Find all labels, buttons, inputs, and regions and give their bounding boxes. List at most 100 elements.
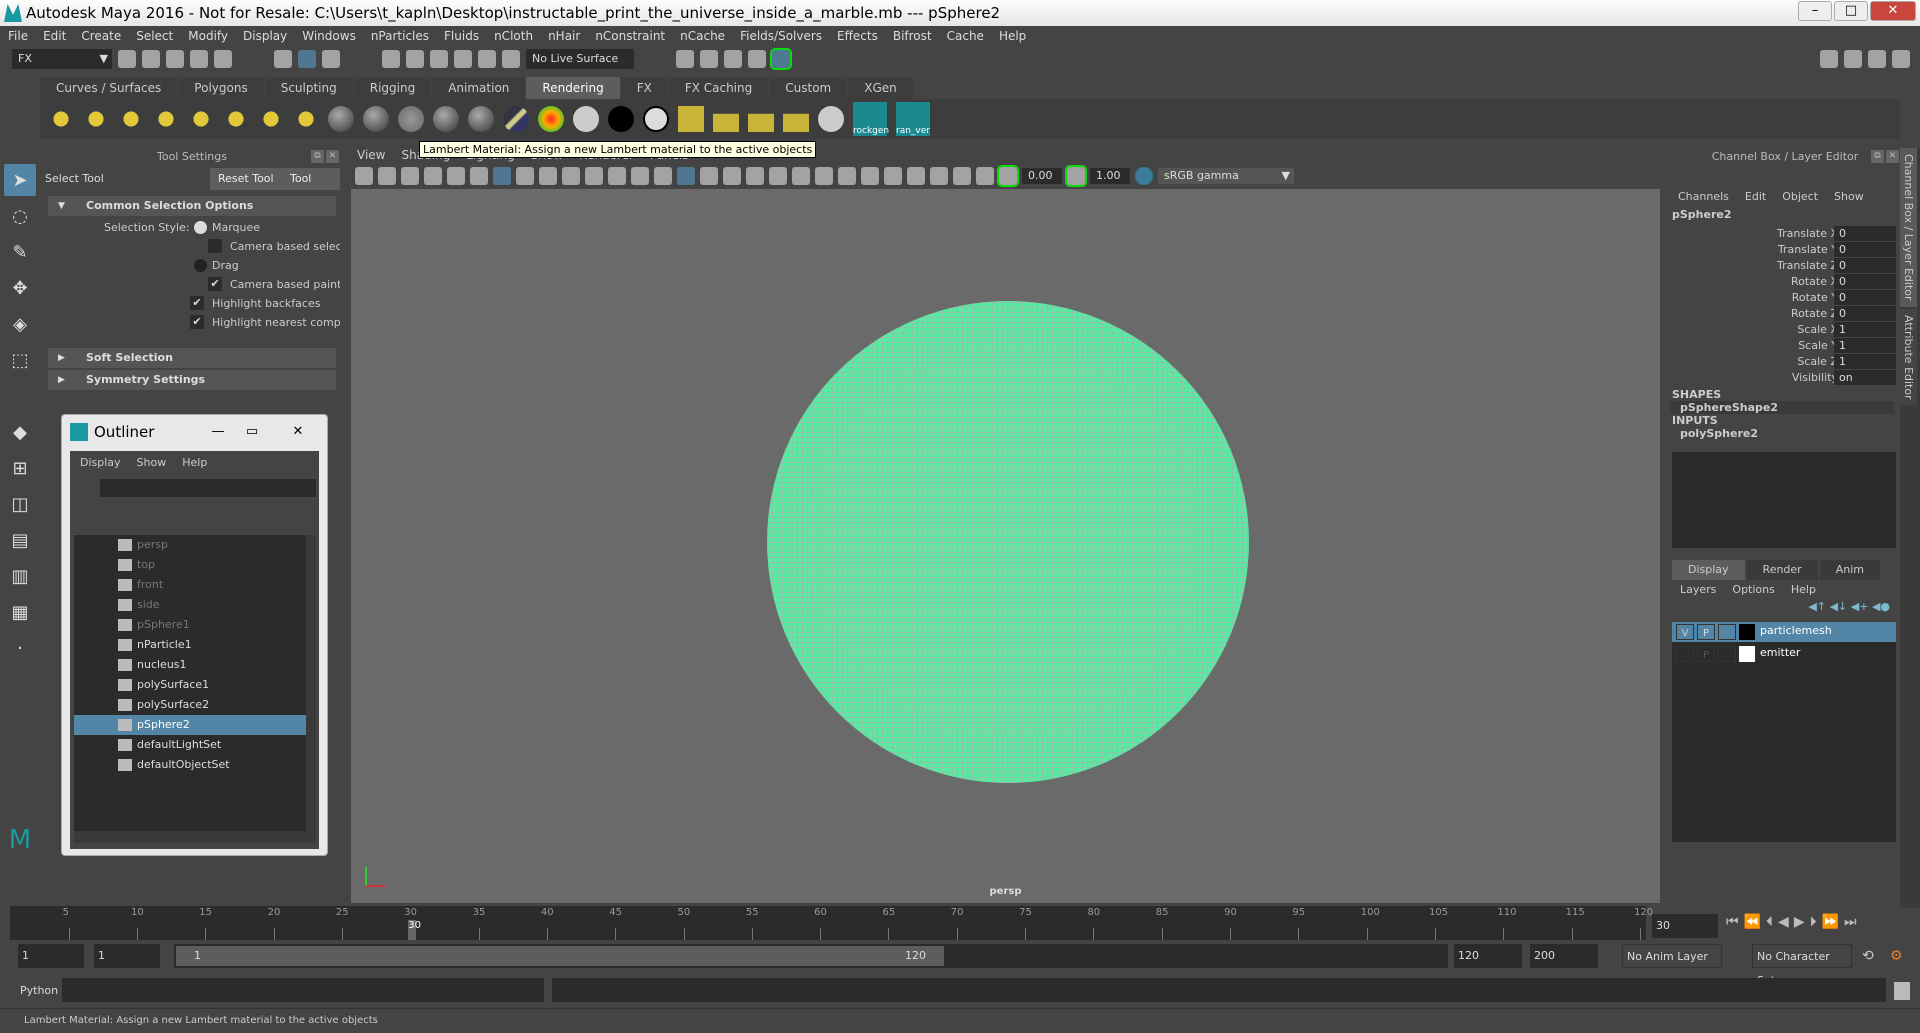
reset-tool-button[interactable]: Reset Tool: [210, 168, 282, 190]
exposure-field[interactable]: 0.00: [1022, 168, 1062, 184]
step-back-key-icon[interactable]: ⏪: [1744, 914, 1766, 930]
shelf-tab-xgen[interactable]: XGen: [848, 77, 913, 99]
live-surface-field[interactable]: No Live Surface: [526, 49, 634, 69]
shelf-tab-rendering[interactable]: Rendering: [526, 77, 620, 99]
new-empty-layer-icon[interactable]: ◀+: [1851, 600, 1872, 613]
visibility-toggle[interactable]: [1676, 646, 1694, 662]
step-forward-frame-icon[interactable]: ⏵: [1810, 914, 1822, 930]
menuset-dropdown[interactable]: FX ▼: [12, 49, 112, 69]
playback-start-field[interactable]: 1: [94, 944, 160, 968]
layer-menu-layers[interactable]: Layers: [1680, 580, 1716, 600]
channel-value-field[interactable]: 1: [1834, 322, 1896, 337]
channel-value-field[interactable]: 0: [1834, 290, 1896, 305]
command-language-toggle[interactable]: Python: [20, 984, 58, 997]
outliner-item[interactable]: persp: [74, 535, 306, 555]
new-layer-selected-icon[interactable]: ◀●: [1872, 600, 1890, 613]
outliner-horizontal-scrollbar[interactable]: [74, 831, 316, 843]
ambient-occlusion-icon[interactable]: [815, 167, 833, 185]
camera-attributes-icon[interactable]: [378, 167, 396, 185]
playback-toggle[interactable]: P: [1697, 624, 1715, 640]
shelf-tab-custom[interactable]: Custom: [769, 77, 848, 99]
open-scene-icon[interactable]: [142, 50, 160, 68]
anisotropic-material-icon[interactable]: [328, 106, 354, 132]
outliner-item[interactable]: side: [74, 595, 306, 615]
channel-value-field[interactable]: 0: [1834, 226, 1896, 241]
menu-create[interactable]: Create: [81, 29, 121, 43]
menu-modify[interactable]: Modify: [188, 29, 228, 43]
close-panel-icon[interactable]: ✕: [1886, 150, 1899, 163]
layer-color-swatch[interactable]: [1739, 646, 1755, 662]
shading-map-icon[interactable]: [643, 106, 669, 132]
paint-select-tool-icon[interactable]: ✎: [4, 236, 36, 268]
menu-display[interactable]: Display: [243, 29, 287, 43]
outliner-item[interactable]: pSphere1: [74, 615, 306, 635]
play-backward-icon[interactable]: ◀: [1778, 914, 1794, 930]
blinn-material-icon[interactable]: [363, 106, 389, 132]
xray-icon[interactable]: [930, 167, 948, 185]
channel-row[interactable]: Translate X0: [1670, 226, 1900, 242]
viewport-menu-view[interactable]: View: [357, 148, 385, 162]
gamma-field[interactable]: 1.00: [1090, 168, 1130, 184]
attribute-editor-side-tab[interactable]: Attribute Editor: [1900, 308, 1917, 406]
shader-assign-icon[interactable]: [748, 113, 774, 132]
common-selection-options-section[interactable]: Common Selection Options: [48, 196, 336, 216]
channel-value-field[interactable]: 0: [1834, 242, 1896, 257]
hypershade-icon[interactable]: [770, 48, 792, 70]
float-panel-icon[interactable]: ⧉: [1871, 150, 1884, 163]
shelf-tab-fx[interactable]: FX: [620, 77, 668, 99]
soft-selection-section[interactable]: Soft Selection: [48, 348, 336, 368]
menu-nconstraint[interactable]: nConstraint: [595, 29, 665, 43]
workspace-icon[interactable]: [1820, 50, 1838, 68]
smooth-shade-icon[interactable]: [677, 167, 695, 185]
channel-value-field[interactable]: 0: [1834, 306, 1896, 321]
channel-value-field[interactable]: 1: [1834, 338, 1896, 353]
input-node-item[interactable]: polySphere2: [1670, 427, 1900, 440]
menu-select[interactable]: Select: [136, 29, 173, 43]
motion-blur-icon[interactable]: [838, 167, 856, 185]
layered-shader-icon[interactable]: [503, 106, 529, 132]
highlight-backfaces-checkbox[interactable]: ✔: [190, 296, 204, 310]
new-scene-icon[interactable]: [118, 50, 136, 68]
render-view-icon[interactable]: [676, 50, 694, 68]
toggle-panels-icon[interactable]: [1868, 50, 1886, 68]
float-panel-icon[interactable]: ⧉: [311, 150, 324, 163]
redo-icon[interactable]: [214, 50, 232, 68]
time-slider[interactable]: 5 10 15 20 25 30 35 40 45 50 55 60 65 70 75 80 85 90 95 100…: [10, 906, 1653, 940]
ambient-light-icon[interactable]: [48, 106, 74, 132]
area-light-icon[interactable]: [188, 106, 214, 132]
move-layer-down-icon[interactable]: ◀↓: [1830, 600, 1851, 613]
2d-pan-zoom-icon[interactable]: [447, 167, 465, 185]
gate-mask-icon[interactable]: [562, 167, 580, 185]
animation-start-field[interactable]: 1: [18, 944, 84, 968]
outliner-item[interactable]: nParticle1: [74, 635, 306, 655]
outliner-item[interactable]: top: [74, 555, 306, 575]
channel-row[interactable]: Rotate X0: [1670, 274, 1900, 290]
layer-tab-display[interactable]: Display: [1672, 560, 1745, 580]
spot-light-icon[interactable]: [153, 106, 179, 132]
channel-box-toggle-icon[interactable]: [1892, 50, 1910, 68]
snap-curve-icon[interactable]: [406, 50, 424, 68]
ipr-render-icon[interactable]: [724, 50, 742, 68]
go-to-end-icon[interactable]: ⏭: [1844, 914, 1862, 930]
outliner-menu-display[interactable]: Display: [80, 451, 121, 475]
phong-material-icon[interactable]: [433, 106, 459, 132]
shelf-tab-rigging[interactable]: Rigging: [353, 77, 432, 99]
layer-menu-help[interactable]: Help: [1791, 580, 1816, 600]
highlight-nearest-checkbox[interactable]: ✔: [190, 315, 204, 329]
lasso-tool-icon[interactable]: ◌: [4, 200, 36, 232]
step-back-frame-icon[interactable]: ⏴: [1766, 914, 1778, 930]
channel-value-field[interactable]: 0: [1834, 258, 1896, 273]
light-link-icon[interactable]: [783, 113, 809, 132]
resolution-gate-icon[interactable]: [539, 167, 557, 185]
channel-value-field[interactable]: 0: [1834, 274, 1896, 289]
rockgen-shelf-button[interactable]: rockgen: [853, 102, 889, 136]
menu-edit[interactable]: Edit: [43, 29, 66, 43]
outliner-search-input[interactable]: [100, 479, 316, 497]
camera-select-icon[interactable]: [355, 167, 373, 185]
range-slider-handle[interactable]: 1 120: [176, 946, 944, 966]
hypershade-layout-icon[interactable]: ▦: [4, 596, 36, 628]
channel-row[interactable]: Scale Y1: [1670, 338, 1900, 354]
undo-icon[interactable]: [190, 50, 208, 68]
shadows-icon[interactable]: [792, 167, 810, 185]
channel-row[interactable]: Translate Y0: [1670, 242, 1900, 258]
